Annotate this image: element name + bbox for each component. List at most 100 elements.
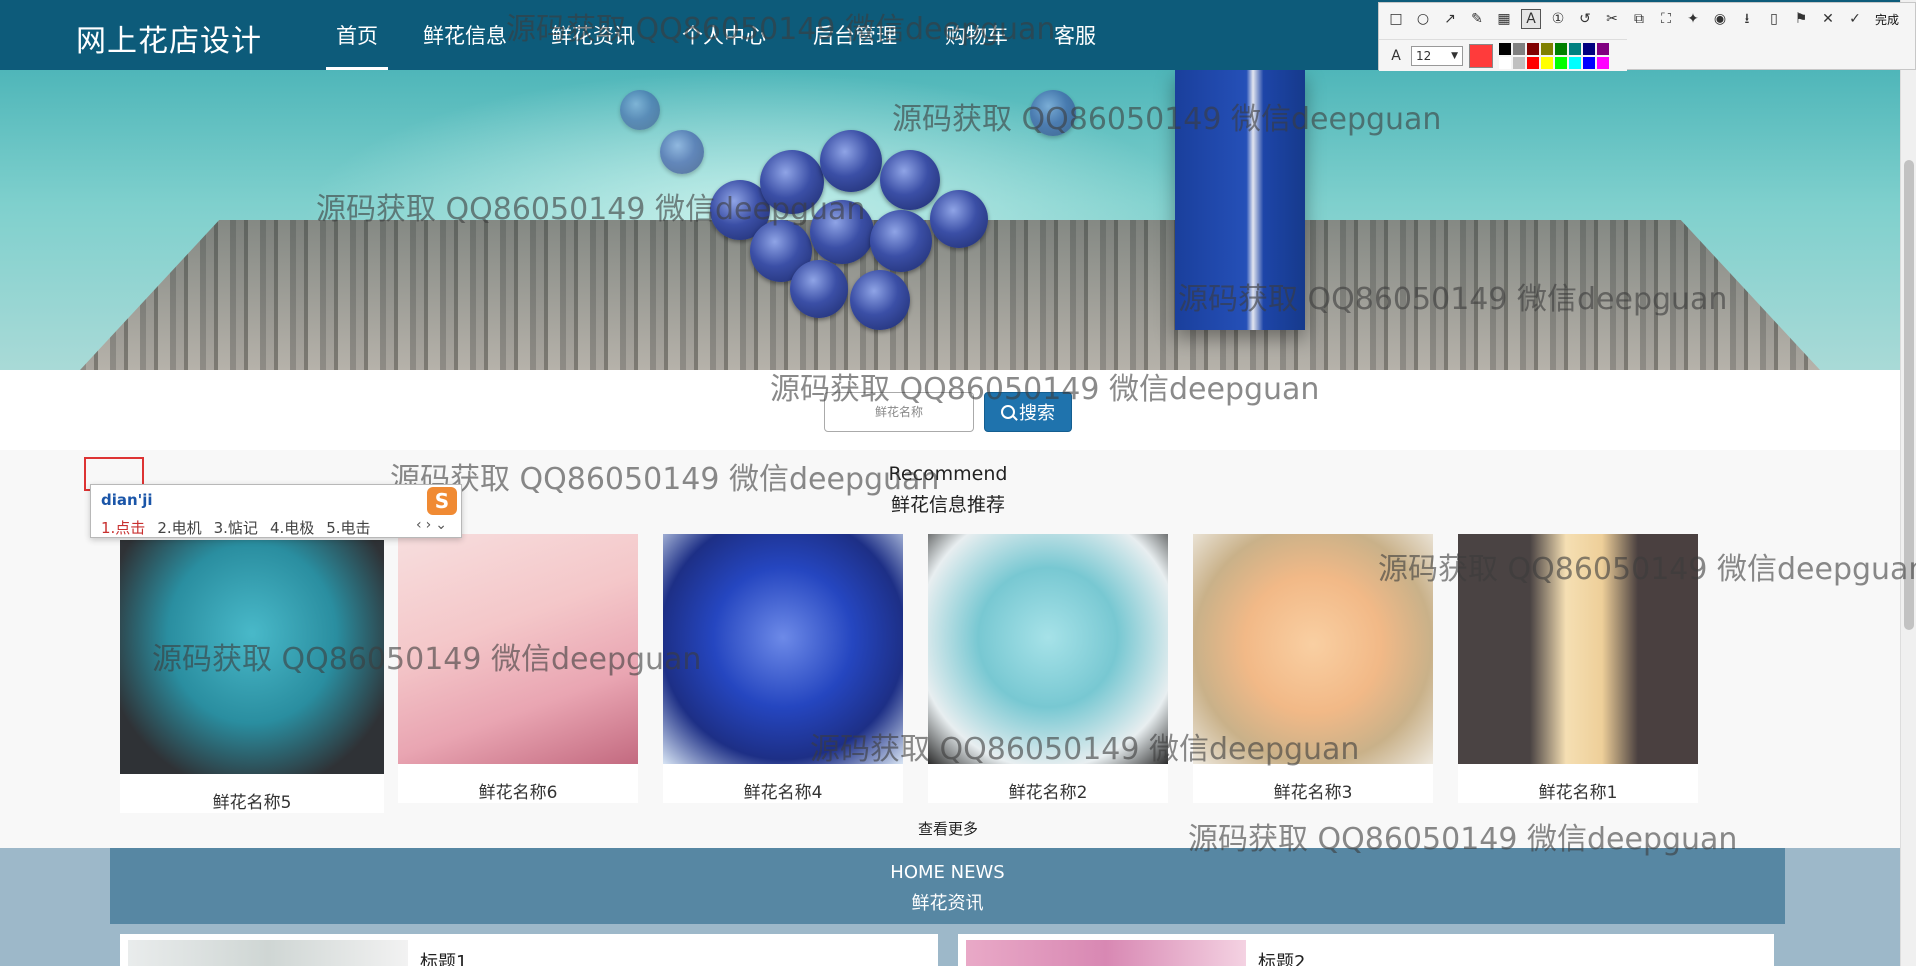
check-icon[interactable]: ✓ bbox=[1846, 10, 1864, 28]
ime-prev-icon[interactable]: ‹ bbox=[416, 517, 426, 533]
page-scrollbar[interactable] bbox=[1900, 0, 1916, 966]
color-swatch[interactable] bbox=[1527, 42, 1539, 55]
product-image[interactable] bbox=[663, 534, 903, 764]
search-button[interactable]: 搜索 bbox=[984, 392, 1072, 432]
scrollbar-thumb[interactable] bbox=[1904, 160, 1914, 630]
copy-icon[interactable]: ⛶ bbox=[1657, 10, 1675, 28]
product-name[interactable]: 鲜花名称1 bbox=[1458, 778, 1698, 803]
color-palette bbox=[1499, 42, 1609, 69]
pin-icon[interactable]: ⧉ bbox=[1630, 10, 1648, 28]
ime-pager: ‹›⌄ bbox=[416, 517, 451, 533]
news-thumbnail[interactable] bbox=[966, 940, 1246, 966]
current-color-swatch[interactable] bbox=[1469, 43, 1493, 68]
ime-candidate[interactable]: 2.电机 bbox=[157, 517, 201, 538]
news-title[interactable]: 标题1 bbox=[420, 948, 467, 966]
search-button-label: 搜索 bbox=[1019, 403, 1055, 424]
done-button[interactable]: 完成 bbox=[1875, 11, 1899, 28]
news-title-en: HOME NEWS bbox=[890, 862, 1005, 883]
product-card[interactable]: 鲜花名称2 bbox=[928, 534, 1168, 803]
nav-home[interactable]: 首页 bbox=[326, 20, 388, 70]
search-bar: 搜索 bbox=[0, 370, 1900, 450]
color-swatch[interactable] bbox=[1513, 56, 1525, 69]
product-name[interactable]: 鲜花名称5 bbox=[120, 788, 384, 813]
site-brand[interactable]: 网上花店设计 bbox=[76, 16, 262, 60]
font-size-select[interactable]: 12 bbox=[1411, 45, 1463, 66]
color-swatch[interactable] bbox=[1555, 56, 1567, 69]
nav-admin[interactable]: 后台管理 bbox=[813, 20, 897, 50]
product-name[interactable]: 鲜花名称4 bbox=[663, 778, 903, 803]
color-swatch[interactable] bbox=[1583, 56, 1595, 69]
color-swatch[interactable] bbox=[1513, 42, 1525, 55]
ime-candidate-window: dian'ji S 1.点击 2.电机 3.惦记 4.电极 5.电击 ‹›⌄ bbox=[90, 484, 462, 538]
news-card[interactable]: 标题1 bbox=[120, 934, 938, 966]
phone-icon[interactable]: ▯ bbox=[1765, 10, 1783, 28]
view-more-link[interactable]: 查看更多 bbox=[0, 818, 1896, 839]
screenshot-tools-row: □ ○ ↗ ✎ ▦ A ① ↺ ✂ ⧉ ⛶ ✦ ◉ ⭳ ▯ ⚑ ✕ ✓ 完成 bbox=[1379, 3, 1915, 35]
color-swatch[interactable] bbox=[1499, 56, 1511, 69]
news-title-cn: 鲜花资讯 bbox=[911, 893, 984, 914]
news-card[interactable]: 标题2 bbox=[958, 934, 1774, 966]
undo-icon[interactable]: ↺ bbox=[1576, 10, 1594, 28]
product-card[interactable]: 鲜花名称4 bbox=[663, 534, 903, 803]
ime-candidates: 1.点击 2.电机 3.惦记 4.电极 5.电击 bbox=[101, 517, 371, 538]
ime-candidate[interactable]: 5.电击 bbox=[326, 517, 370, 538]
save-icon[interactable]: ⭳ bbox=[1738, 10, 1756, 28]
product-image[interactable] bbox=[120, 540, 384, 774]
text-icon[interactable]: A bbox=[1521, 9, 1541, 29]
flower-name-search-input[interactable] bbox=[824, 392, 974, 432]
color-swatch[interactable] bbox=[1499, 42, 1511, 55]
banner-blue-rose-bouquet bbox=[600, 90, 1120, 350]
close-icon[interactable]: ✕ bbox=[1819, 10, 1837, 28]
banner-gift-box bbox=[1175, 70, 1305, 330]
product-image[interactable] bbox=[928, 534, 1168, 764]
product-card[interactable]: 鲜花名称5 bbox=[120, 540, 384, 813]
color-swatch[interactable] bbox=[1541, 42, 1553, 55]
number-icon[interactable]: ① bbox=[1549, 10, 1567, 28]
news-title[interactable]: 标题2 bbox=[1258, 948, 1305, 966]
news-thumbnail[interactable] bbox=[128, 940, 408, 966]
color-swatch[interactable] bbox=[1583, 42, 1595, 55]
recommend-title-en: Recommend bbox=[888, 463, 1008, 485]
arrow-icon[interactable]: ↗ bbox=[1441, 10, 1459, 28]
product-name[interactable]: 鲜花名称6 bbox=[398, 778, 638, 803]
bookmark-icon[interactable]: ⚑ bbox=[1792, 10, 1810, 28]
ime-candidate[interactable]: 3.惦记 bbox=[214, 517, 258, 538]
nav-cart[interactable]: 购物车 bbox=[945, 20, 1008, 50]
search-icon bbox=[1001, 405, 1015, 419]
pen-icon[interactable]: ✎ bbox=[1468, 10, 1486, 28]
ocr-icon[interactable]: ✦ bbox=[1684, 10, 1702, 28]
ime-pinyin: dian'ji bbox=[101, 491, 153, 509]
product-card[interactable]: 鲜花名称6 bbox=[398, 534, 638, 803]
ime-next-icon[interactable]: › bbox=[426, 517, 436, 533]
record-icon[interactable]: ◉ bbox=[1711, 10, 1729, 28]
nav-personal-center[interactable]: 个人中心 bbox=[682, 20, 766, 50]
nav-flower-info[interactable]: 鲜花信息 bbox=[423, 20, 507, 50]
redo-icon[interactable]: ✂ bbox=[1603, 10, 1621, 28]
product-image[interactable] bbox=[1193, 534, 1433, 764]
product-card[interactable]: 鲜花名称3 bbox=[1193, 534, 1433, 803]
color-swatch[interactable] bbox=[1597, 42, 1609, 55]
nav-flower-news[interactable]: 鲜花资讯 bbox=[551, 20, 635, 50]
ime-logo-icon: S bbox=[427, 487, 457, 515]
product-name[interactable]: 鲜花名称3 bbox=[1193, 778, 1433, 803]
product-image[interactable] bbox=[1458, 534, 1698, 764]
screenshot-toolbar: □ ○ ↗ ✎ ▦ A ① ↺ ✂ ⧉ ⛶ ✦ ◉ ⭳ ▯ ⚑ ✕ ✓ 完成 A… bbox=[1378, 2, 1916, 71]
product-name[interactable]: 鲜花名称2 bbox=[928, 778, 1168, 803]
rect-icon[interactable]: □ bbox=[1387, 10, 1405, 28]
product-card[interactable]: 鲜花名称1 bbox=[1458, 534, 1698, 803]
color-swatch[interactable] bbox=[1569, 42, 1581, 55]
hero-banner bbox=[0, 70, 1900, 370]
color-swatch[interactable] bbox=[1527, 56, 1539, 69]
ime-expand-icon[interactable]: ⌄ bbox=[435, 517, 451, 533]
nav-customer-service[interactable]: 客服 bbox=[1054, 20, 1096, 50]
font-icon: A bbox=[1391, 47, 1401, 64]
product-image[interactable] bbox=[398, 534, 638, 764]
color-swatch[interactable] bbox=[1569, 56, 1581, 69]
ime-candidate[interactable]: 4.电极 bbox=[270, 517, 314, 538]
color-swatch[interactable] bbox=[1541, 56, 1553, 69]
ime-candidate[interactable]: 1.点击 bbox=[101, 517, 145, 538]
ellipse-icon[interactable]: ○ bbox=[1414, 10, 1432, 28]
color-swatch[interactable] bbox=[1597, 56, 1609, 69]
color-swatch[interactable] bbox=[1555, 42, 1567, 55]
mosaic-icon[interactable]: ▦ bbox=[1495, 10, 1513, 28]
